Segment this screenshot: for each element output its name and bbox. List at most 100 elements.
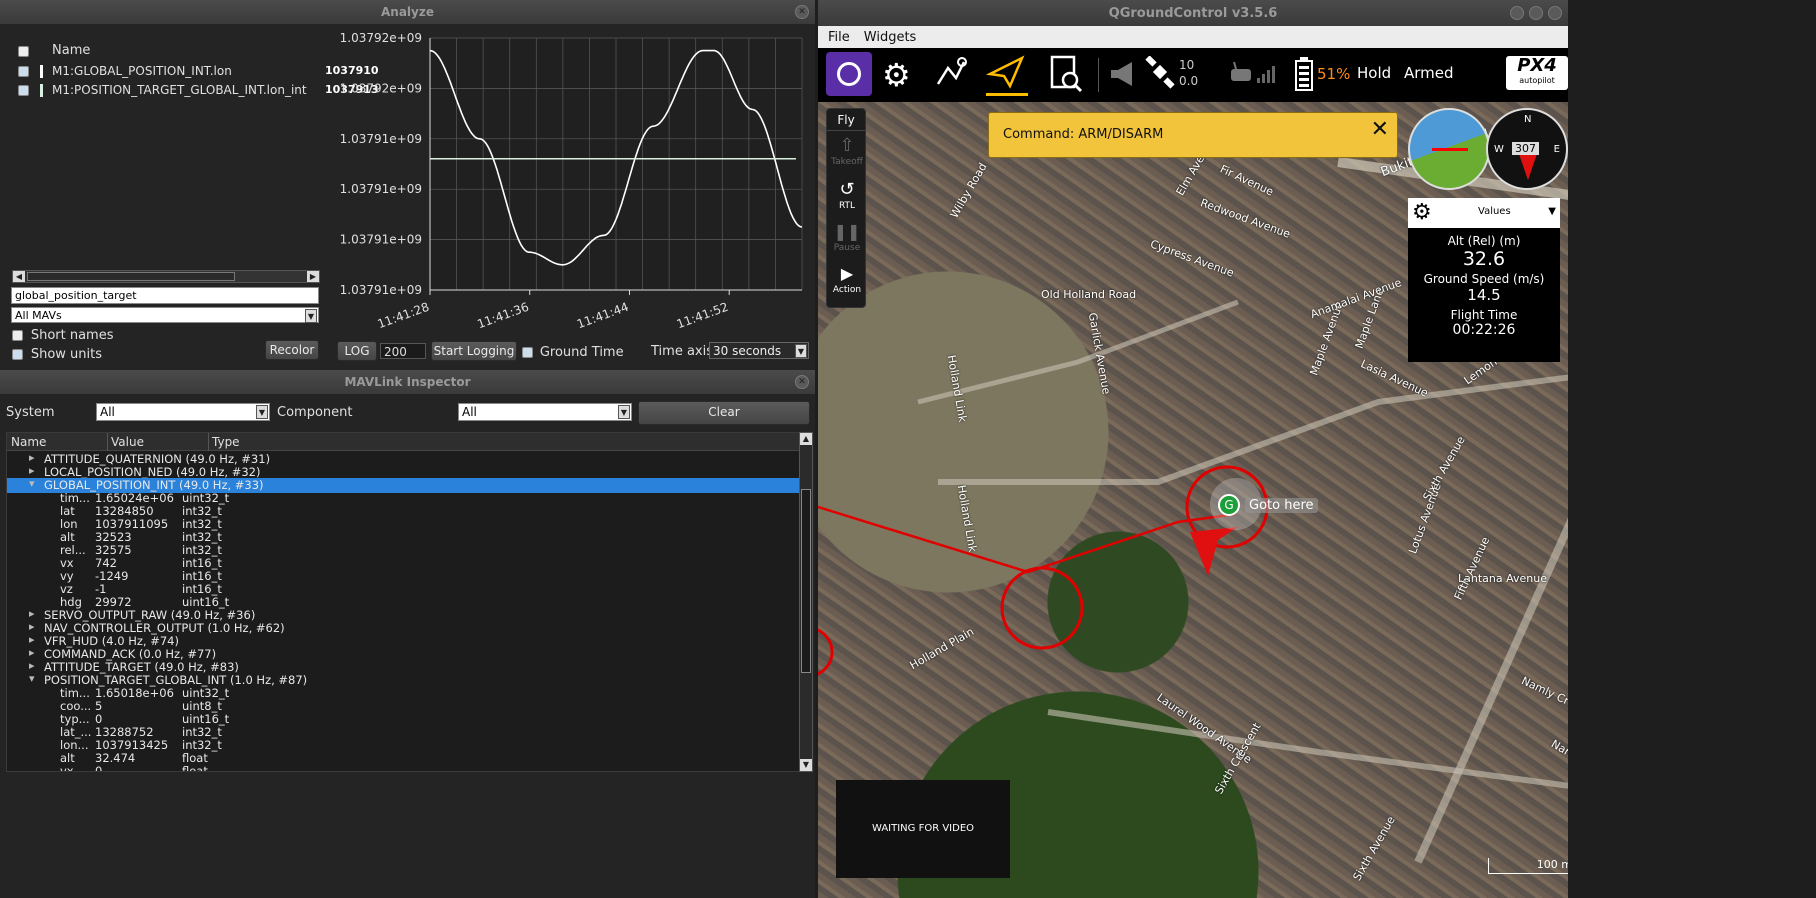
gear-icon[interactable]: ⚙ — [1412, 200, 1432, 225]
field-row[interactable]: vx 0 float — [7, 764, 799, 772]
collapsed-arrow-icon[interactable]: ▸ — [29, 620, 35, 633]
vehicle-icon — [1190, 527, 1238, 576]
maximize-button[interactable] — [1529, 6, 1543, 20]
action-label: Action — [832, 285, 862, 295]
field-name: alt — [60, 530, 75, 544]
gps-icon[interactable] — [1144, 55, 1176, 92]
fly-toolstrip-title: Fly — [827, 109, 865, 131]
field-name: vz — [60, 582, 73, 596]
collapsed-arrow-icon[interactable]: ▸ — [29, 633, 35, 646]
log-button[interactable]: LOG — [337, 341, 377, 361]
field-name: vx — [60, 764, 74, 772]
map-view[interactable]: Bukit Timah RoadRedwood AvenueCypress Av… — [818, 102, 1568, 898]
video-panel[interactable]: WAITING FOR VIDEO — [836, 780, 1010, 878]
scroll-down-arrow[interactable]: ▼ — [800, 759, 812, 771]
pause-button[interactable]: ❚❚ Pause — [827, 221, 867, 261]
menu-widgets[interactable]: Widgets — [864, 30, 917, 45]
field-value: 13284850 — [95, 504, 154, 518]
component-select[interactable]: All ▼ — [458, 403, 632, 421]
fly-toolstrip: Fly ⇧ Takeoff ↺ RTL ❚❚ Pause ▶ Action — [826, 108, 866, 308]
rtl-button[interactable]: ↺ RTL — [827, 179, 867, 219]
clear-button[interactable]: Clear — [638, 401, 810, 425]
component-select-value: All — [462, 405, 477, 419]
log-rate-input[interactable]: 200 — [380, 343, 426, 359]
field-value: 32575 — [95, 543, 132, 557]
analyze-view-icon[interactable] — [1048, 54, 1084, 94]
action-button[interactable]: ▶ Action — [827, 263, 867, 303]
system-label: System — [6, 405, 55, 420]
goto-label[interactable]: Goto here — [1245, 498, 1318, 513]
inspector-title: MAVLink Inspector — [344, 375, 471, 389]
ground-time-option[interactable]: Ground Time — [522, 345, 624, 360]
ground-speed-label: Ground Speed (m/s) — [1423, 272, 1545, 286]
y-tick-label: 1.03791e+09 — [340, 233, 422, 247]
field-value: 1037913425 — [95, 738, 169, 752]
close-button[interactable] — [1548, 6, 1562, 20]
flight-mode[interactable]: Hold — [1357, 64, 1391, 82]
flight-time-value: 00:22:26 — [1452, 322, 1516, 338]
time-axis-select[interactable]: 30 seconds ▼ — [709, 342, 809, 359]
menu-file[interactable]: File — [828, 30, 850, 45]
ground-time-checkbox[interactable] — [522, 347, 533, 358]
plot-chart: 1.03792e+09 1.03792e+09 1.03791e+09 1.03791… — [340, 31, 803, 331]
scroll-thumb[interactable] — [801, 489, 811, 673]
inspector-titlebar: MAVLink Inspector ✕ — [0, 370, 815, 394]
fly-view-icon[interactable] — [985, 52, 1028, 96]
mavlink-inspector-window: MAVLink Inspector ✕ System All ▼ Componen… — [0, 370, 815, 898]
battery-percent: 51% — [1317, 65, 1351, 83]
chevron-down-icon[interactable]: ▼ — [1548, 206, 1556, 217]
road-laurel-wood — [1047, 709, 1568, 789]
command-close-icon[interactable]: ✕ — [1371, 117, 1389, 142]
col-value[interactable]: Value — [111, 435, 144, 449]
collapsed-arrow-icon[interactable]: ▸ — [29, 451, 35, 464]
field-value: 1.65018e+06 — [95, 686, 174, 700]
field-type: int16_t — [182, 582, 222, 596]
plan-view-icon[interactable] — [934, 54, 970, 90]
field-value: -1249 — [95, 569, 129, 583]
rc-icon[interactable] — [1228, 60, 1254, 86]
minimize-button[interactable] — [1510, 6, 1524, 20]
field-type: uint16_t — [182, 595, 230, 609]
command-text: Command: ARM/DISARM — [1003, 127, 1164, 142]
message-name: ATTITUDE_QUATERNION (49.0 Hz, #31) — [44, 452, 271, 466]
values-title: Values — [1478, 206, 1511, 217]
collapsed-arrow-icon[interactable]: ▸ — [29, 464, 35, 477]
goto-marker[interactable]: G — [1218, 494, 1240, 516]
inspector-close-button[interactable]: ✕ — [795, 375, 809, 389]
messages-icon[interactable] — [1108, 58, 1140, 90]
takeoff-button[interactable]: ⇧ Takeoff — [827, 135, 867, 175]
values-widget: ⚙ Values ▼ Alt (Rel) (m) 32.6 Ground Spe… — [1408, 198, 1560, 362]
scroll-up-arrow[interactable]: ▲ — [800, 433, 812, 445]
pause-label: Pause — [833, 243, 861, 253]
loiter-circle — [818, 628, 834, 676]
system-select[interactable]: All ▼ — [96, 403, 270, 421]
field-name: hdg — [60, 595, 82, 609]
px4-logo-sub: autopilot — [1519, 76, 1555, 85]
expanded-arrow-icon[interactable]: ▾ — [29, 477, 35, 490]
field-name: lat_... — [60, 725, 92, 739]
start-logging-button[interactable]: Start Logging — [431, 341, 517, 361]
values-header[interactable]: ⚙ Values ▼ — [1408, 198, 1560, 228]
field-type: int16_t — [182, 556, 222, 570]
field-type: float — [182, 751, 208, 765]
component-label: Component — [277, 405, 353, 420]
armed-status[interactable]: Armed — [1404, 64, 1454, 82]
tree-vscrollbar[interactable]: ▲ ▼ — [799, 432, 813, 772]
px4-logo: PX4 autopilot — [1506, 56, 1568, 90]
y-tick-label: 1.03791e+09 — [340, 132, 422, 146]
compass: N W E 307 — [1486, 108, 1568, 190]
toolbar-divider — [1098, 58, 1099, 92]
command-banner[interactable]: Command: ARM/DISARM ✕ — [988, 112, 1398, 158]
collapsed-arrow-icon[interactable]: ▸ — [29, 646, 35, 659]
field-type: uint32_t — [182, 491, 230, 505]
settings-gears-icon[interactable]: ⚙ — [882, 56, 911, 94]
battery-icon[interactable] — [1294, 56, 1314, 92]
expanded-arrow-icon[interactable]: ▾ — [29, 672, 35, 685]
qgc-logo-button[interactable] — [826, 52, 872, 96]
collapsed-arrow-icon[interactable]: ▸ — [29, 659, 35, 672]
main-toolbar: ⚙ 10 0.0 51% Hold Armed PX4 autopilot — [818, 48, 1568, 102]
col-name[interactable]: Name — [11, 435, 46, 449]
field-value: 32523 — [95, 530, 132, 544]
collapsed-arrow-icon[interactable]: ▸ — [29, 607, 35, 620]
col-type[interactable]: Type — [212, 435, 240, 449]
